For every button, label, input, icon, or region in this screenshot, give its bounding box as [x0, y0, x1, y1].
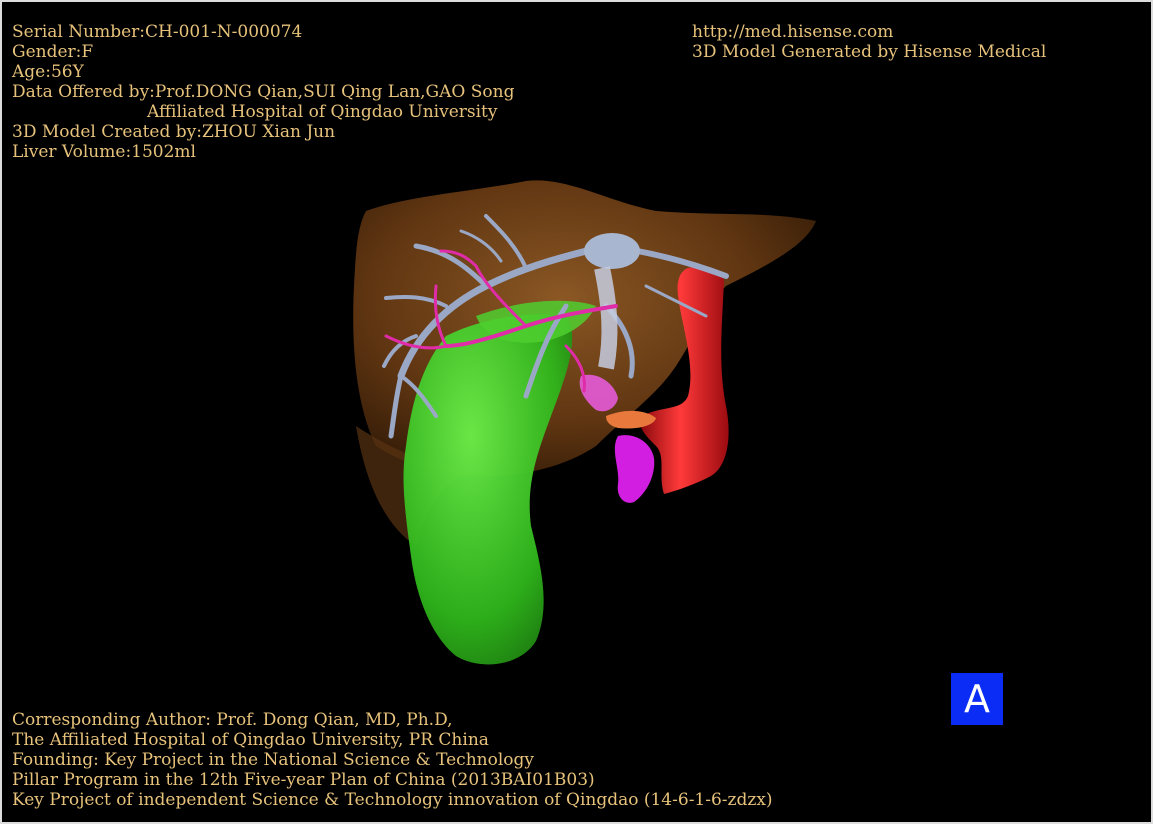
funding-info: Corresponding Author: Prof. Dong Qian, M… — [12, 710, 773, 810]
corresponding-author: Corresponding Author: Prof. Dong Qian, M… — [12, 710, 453, 730]
model-created-by: 3D Model Created by:ZHOU Xian Jun — [12, 122, 336, 142]
3d-viewport[interactable]: Serial Number:CH-001-N-000074 Gender:F A… — [6, 6, 1147, 818]
funding-line-2: Pillar Program in the 12th Five-year Pla… — [12, 770, 595, 790]
data-offered-by: Data Offered by:Prof.DONG Qian,SUI Qing … — [12, 82, 515, 102]
middle-hepatic-vein — [594, 266, 618, 370]
view-orientation-badge[interactable]: A — [950, 672, 1004, 726]
age: Age:56Y — [12, 62, 84, 82]
vendor-url: http://med.hisense.com — [692, 22, 894, 42]
liver-volume: Liver Volume:1502ml — [12, 142, 196, 162]
funding-line-3: Key Project of independent Science & Tec… — [12, 790, 773, 810]
render-window: Serial Number:CH-001-N-000074 Gender:F A… — [0, 0, 1153, 824]
patient-info: Serial Number:CH-001-N-000074 Gender:F A… — [12, 22, 514, 162]
generated-by: 3D Model Generated by Hisense Medical — [692, 42, 1047, 62]
funding-line-1: Founding: Key Project in the National Sc… — [12, 750, 534, 770]
serial-number: Serial Number:CH-001-N-000074 — [12, 22, 303, 42]
hepatic-vein-confluence — [584, 233, 640, 269]
affiliation: The Affiliated Hospital of Qingdao Unive… — [12, 730, 489, 750]
hospital-name: Affiliated Hospital of Qingdao Universit… — [147, 102, 498, 122]
gender: Gender:F — [12, 42, 94, 62]
gallbladder-shape — [403, 314, 573, 665]
portal-vein-trunk — [614, 435, 655, 503]
vendor-info: http://med.hisense.com 3D Model Generate… — [692, 22, 1046, 62]
